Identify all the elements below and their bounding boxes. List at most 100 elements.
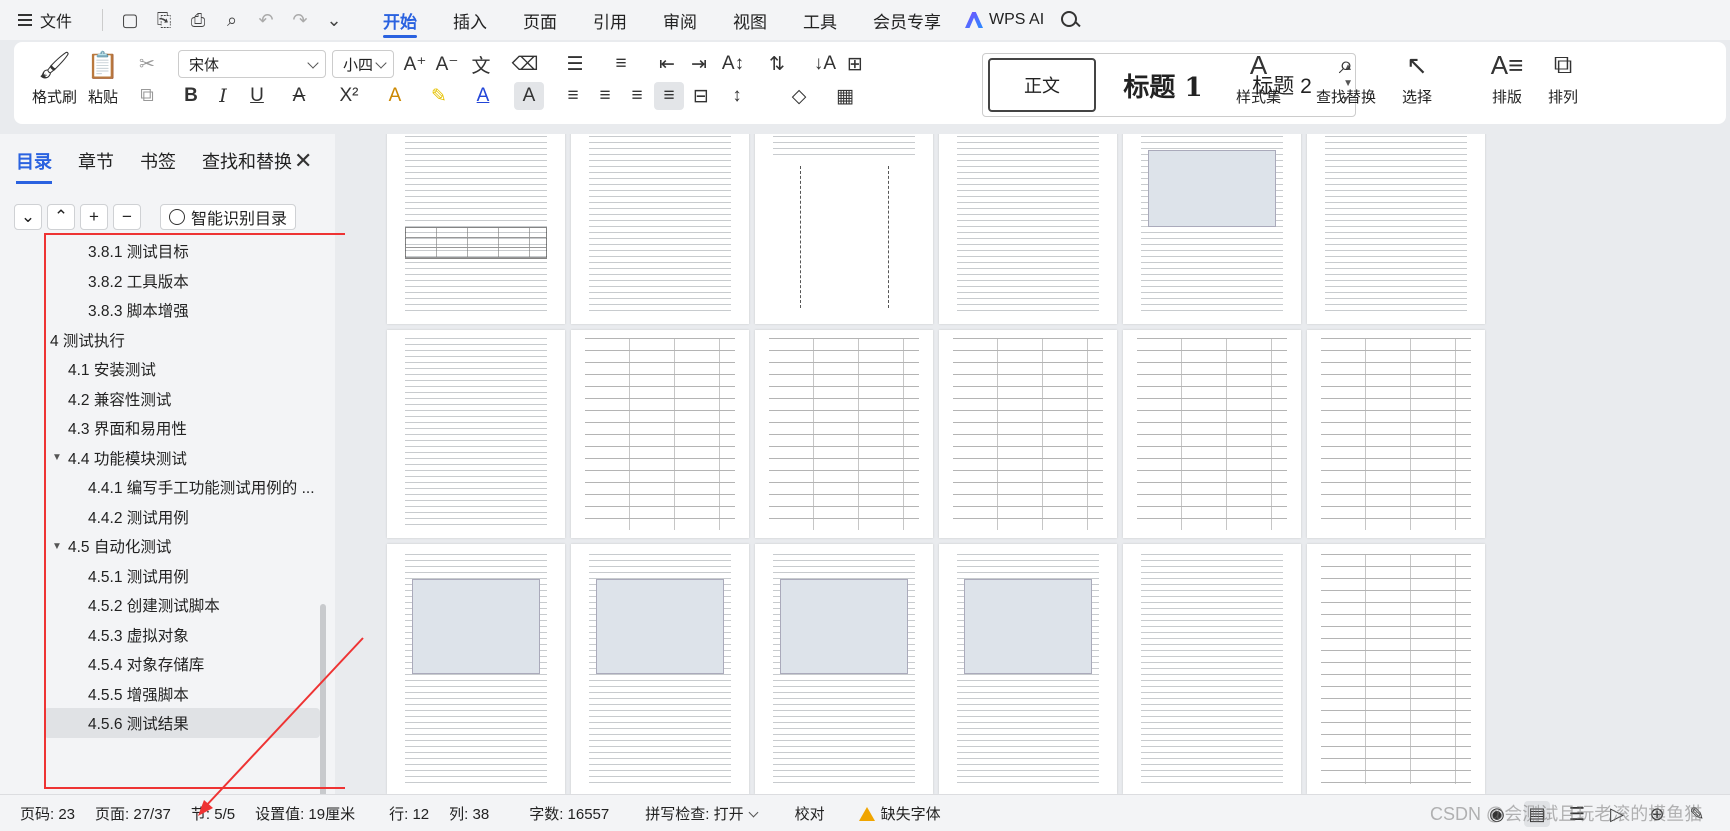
tab-review[interactable]: 审阅 — [663, 0, 697, 40]
status-word-count[interactable]: 字数: 16557 — [529, 803, 609, 824]
nav-tab-toc[interactable]: 目录 — [16, 148, 52, 184]
decrease-indent-icon[interactable]: ⇤ — [652, 50, 682, 78]
status-setting[interactable]: 设置值: 19厘米 — [255, 803, 355, 824]
tab-references[interactable]: 引用 — [593, 0, 627, 40]
close-icon[interactable]: ✕ — [294, 148, 312, 174]
char-shading-icon[interactable]: A — [514, 82, 544, 110]
style-normal[interactable]: 正文 — [988, 58, 1096, 112]
page-thumbnail[interactable] — [571, 544, 749, 794]
status-section[interactable]: 节: 5/5 — [191, 803, 235, 824]
align-left-icon[interactable]: ≡ — [558, 82, 588, 110]
underline-icon[interactable]: U — [242, 82, 272, 110]
print-icon[interactable]: ⎙ — [181, 5, 215, 35]
status-row[interactable]: 行: 12 — [389, 803, 429, 824]
find-replace-button[interactable]: ⌕ 查找替换 — [1316, 48, 1376, 107]
page-screenshot — [963, 579, 1093, 674]
show-marks-icon[interactable]: ⊞ — [840, 50, 870, 78]
page-thumbnail[interactable] — [939, 544, 1117, 794]
page-thumbnail[interactable] — [1123, 330, 1301, 538]
wps-ai-button[interactable]: WPS AI — [965, 11, 1044, 29]
tab-insert[interactable]: 插入 — [453, 0, 487, 40]
document-area[interactable] — [345, 134, 1730, 794]
nav-tab-bookmarks[interactable]: 书签 — [140, 148, 176, 174]
add-icon[interactable]: + — [80, 204, 108, 230]
tab-page[interactable]: 页面 — [523, 0, 557, 40]
format-painter-button[interactable]: 🖌 格式刷 — [32, 48, 77, 107]
highlight-icon[interactable]: ✎ — [424, 82, 454, 110]
font-color-icon[interactable]: A — [468, 82, 498, 110]
smart-toc-button[interactable]: 智能识别目录 — [160, 204, 297, 230]
page-thumbnail[interactable] — [755, 330, 933, 538]
page-thumbnail[interactable] — [1123, 544, 1301, 794]
page-thumbnail[interactable] — [387, 134, 565, 324]
arrange-button[interactable]: ⧉ 排列 — [1546, 48, 1580, 107]
undo-icon[interactable]: ↶ — [249, 5, 283, 35]
print-preview-icon[interactable]: ⌕ — [215, 5, 249, 35]
file-menu[interactable]: 文件 — [18, 8, 72, 32]
nav-tab-find-replace[interactable]: 查找和替换 — [202, 148, 292, 174]
page-thumbnail[interactable] — [939, 330, 1117, 538]
remove-icon[interactable]: − — [113, 204, 141, 230]
search-icon[interactable] — [1060, 10, 1080, 30]
paste-button[interactable]: 📋 粘贴 — [86, 48, 120, 107]
shading-icon[interactable]: ◇ — [784, 82, 814, 110]
status-page[interactable]: 页面: 27/37 — [95, 803, 171, 824]
align-center-icon[interactable]: ≡ — [590, 82, 620, 110]
bullets-icon[interactable]: ☰ — [560, 50, 590, 78]
select-button[interactable]: ↖ 选择 — [1400, 48, 1434, 107]
style-set-button[interactable]: A 样式集 — [1236, 48, 1281, 107]
missing-font-button[interactable]: 缺失字体 — [858, 803, 941, 824]
font-name-select[interactable]: 宋体 — [178, 50, 326, 78]
tab-view[interactable]: 视图 — [733, 0, 767, 40]
style-heading-1[interactable]: 标题 1 — [1103, 58, 1223, 112]
shrink-font-icon[interactable]: A⁻ — [432, 50, 462, 78]
spell-check-toggle[interactable]: 拼写检查: 打开 — [645, 803, 759, 824]
grow-font-icon[interactable]: A⁺ — [400, 50, 430, 78]
redo-icon[interactable]: ↷ — [283, 5, 317, 35]
sort-az-icon[interactable]: ↓A — [810, 50, 840, 78]
chevron-up-icon[interactable]: ⌃ — [47, 204, 75, 230]
tab-member[interactable]: 会员专享 — [873, 0, 941, 40]
tab-home[interactable]: 开始 — [383, 0, 418, 40]
page-thumbnail[interactable] — [571, 134, 749, 324]
font-size-select[interactable]: 小四 — [332, 50, 394, 78]
chevron-down-icon[interactable]: ⌄ — [14, 204, 42, 230]
page-thumbnail[interactable] — [939, 134, 1117, 324]
phonetic-guide-icon[interactable]: 文 — [466, 50, 496, 78]
page-thumbnail[interactable] — [1307, 134, 1485, 324]
page-thumbnail[interactable] — [387, 544, 565, 794]
text-effect-icon[interactable]: A — [380, 82, 410, 110]
bold-icon[interactable]: B — [176, 82, 206, 110]
page-thumbnail[interactable] — [387, 330, 565, 538]
share-icon[interactable]: ⎘ — [147, 5, 181, 35]
italic-icon[interactable]: I — [208, 82, 238, 110]
page-thumbnail[interactable] — [1307, 544, 1485, 794]
superscript-icon[interactable]: X² — [334, 82, 364, 110]
sort-icon[interactable]: ⇅ — [762, 50, 792, 78]
page-thumbnail[interactable] — [755, 134, 933, 324]
nav-tab-sections[interactable]: 章节 — [78, 148, 114, 174]
page-thumbnail[interactable] — [1123, 134, 1301, 324]
cut-icon[interactable]: ✂ — [132, 50, 162, 78]
distributed-icon[interactable]: ⊟ — [686, 82, 716, 110]
save-icon[interactable]: ▢ — [113, 5, 147, 35]
align-right-icon[interactable]: ≡ — [622, 82, 652, 110]
increase-indent-icon[interactable]: ⇥ — [684, 50, 714, 78]
page-thumbnail[interactable] — [1307, 330, 1485, 538]
copy-icon[interactable]: ⧉ — [132, 82, 162, 110]
clear-format-icon[interactable]: ⌫ — [510, 50, 540, 78]
status-proofread[interactable]: 校对 — [795, 803, 825, 824]
text-direction-icon[interactable]: A↕ — [718, 50, 748, 78]
numbering-icon[interactable]: ≡ — [606, 50, 636, 78]
justify-icon[interactable]: ≡ — [654, 82, 684, 110]
layout-button[interactable]: A≡ 排版 — [1490, 48, 1524, 107]
line-spacing-icon[interactable]: ↕ — [722, 82, 752, 110]
tab-tools[interactable]: 工具 — [803, 0, 837, 40]
page-thumbnail[interactable] — [755, 544, 933, 794]
status-page-code[interactable]: 页码: 23 — [20, 803, 75, 824]
customize-chevron-icon[interactable]: ⌄ — [317, 5, 351, 35]
status-col[interactable]: 列: 38 — [449, 803, 489, 824]
borders-icon[interactable]: ▦ — [830, 82, 860, 110]
page-thumbnail[interactable] — [571, 330, 749, 538]
strikethrough-icon[interactable]: A — [284, 82, 314, 110]
